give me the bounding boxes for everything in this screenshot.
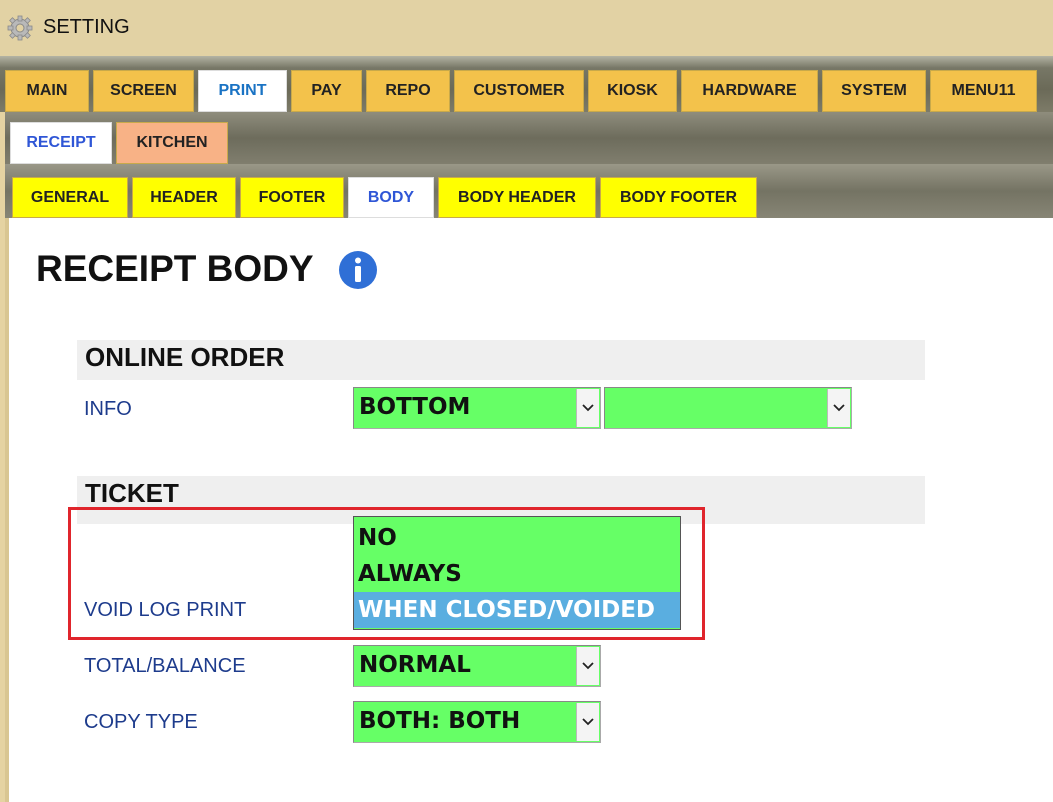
- tab-header[interactable]: HEADER: [132, 177, 236, 218]
- tab-receipt[interactable]: RECEIPT: [10, 122, 112, 164]
- tab-screen[interactable]: SCREEN: [93, 70, 194, 112]
- chevron-down-icon: [576, 389, 599, 427]
- info-position-value: BOTTOM: [359, 394, 471, 420]
- tab-main[interactable]: MAIN: [5, 70, 89, 112]
- tab-kiosk[interactable]: KIOSK: [588, 70, 677, 112]
- chevron-down-icon: [827, 389, 850, 427]
- tab-system[interactable]: SYSTEM: [822, 70, 926, 112]
- tab-body-footer[interactable]: BODY FOOTER: [600, 177, 757, 218]
- tab-body-header[interactable]: BODY HEADER: [438, 177, 596, 218]
- highlight-box: [68, 507, 705, 640]
- tab-customer[interactable]: CUSTOMER: [454, 70, 584, 112]
- gear-icon: [7, 15, 33, 41]
- tab-menu11[interactable]: MENU11: [930, 70, 1037, 112]
- info-label: INFO: [84, 398, 132, 420]
- tab-footer[interactable]: FOOTER: [240, 177, 344, 218]
- tab-print[interactable]: PRINT: [198, 70, 287, 112]
- tab-pay[interactable]: PAY: [291, 70, 362, 112]
- window-title: SETTING: [43, 16, 130, 38]
- tab-body[interactable]: BODY: [348, 177, 434, 218]
- title-bar: SETTING: [0, 0, 1053, 56]
- total-balance-select[interactable]: NORMAL: [353, 645, 601, 687]
- copy-type-select[interactable]: BOTH: BOTH: [353, 701, 601, 743]
- tab-kitchen[interactable]: KITCHEN: [116, 122, 228, 164]
- info-position-select[interactable]: BOTTOM: [353, 387, 601, 429]
- info-icon[interactable]: [338, 250, 378, 290]
- info-secondary-select[interactable]: [604, 387, 852, 429]
- chevron-down-icon: [576, 703, 599, 741]
- tab-hardware[interactable]: HARDWARE: [681, 70, 818, 112]
- total-balance-label: TOTAL/BALANCE: [84, 655, 246, 677]
- online-order-heading: ONLINE ORDER: [77, 340, 925, 380]
- chevron-down-icon: [576, 647, 599, 685]
- copy-type-value: BOTH: BOTH: [359, 708, 521, 734]
- tab-repo[interactable]: REPO: [366, 70, 450, 112]
- page-title: RECEIPT BODY: [36, 248, 314, 289]
- copy-type-label: COPY TYPE: [84, 711, 198, 733]
- total-balance-value: NORMAL: [359, 652, 471, 678]
- tab-general[interactable]: GENERAL: [12, 177, 128, 218]
